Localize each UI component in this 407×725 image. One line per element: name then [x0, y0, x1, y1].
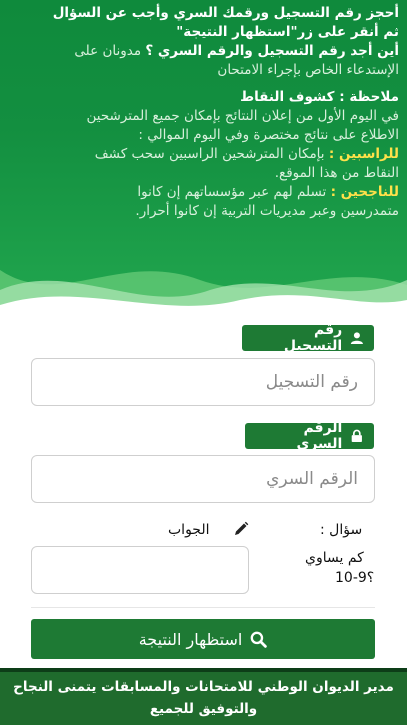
- question-label: سؤال :: [320, 522, 363, 538]
- instruction-line-1: أحجز رقم التسجيل ورقمك السري وأجب عن الس…: [52, 5, 399, 21]
- pass-label: للناجحين :: [330, 184, 399, 200]
- secret-number-label: الرقم السري: [245, 420, 374, 452]
- form-divider: [31, 607, 375, 608]
- note-title: ملاحظة : كشوف النقاط: [240, 89, 399, 105]
- pencil-icon: [235, 521, 249, 535]
- where-question: أين أجد رقم التسجيل والرقم السري ؟: [145, 43, 399, 59]
- instruction-line-3: أين أجد رقم التسجيل والرقم السري ؟ مدونا…: [8, 42, 399, 61]
- question-expression: 10-9؟: [335, 570, 375, 586]
- note-line-2: الاطلاع على نتائج مختصرة وفي اليوم الموا…: [138, 127, 399, 143]
- reg-number-label-text: رقم التسجيل: [283, 322, 343, 354]
- fail-text: بإمكان المترشحين الراسبين سحب كشف: [94, 146, 329, 162]
- instruction-line-2: ثم أنقر على زر"استظهار النتيجة": [176, 24, 399, 40]
- lock-icon: [352, 429, 363, 442]
- note-line-1: في اليوم الأول من إعلان النتائج بإمكان ج…: [86, 108, 399, 124]
- answer-label: الجواب: [168, 522, 210, 538]
- secret-number-input[interactable]: [31, 455, 375, 503]
- user-icon: [351, 332, 364, 345]
- pass-text-2: متمدرسين وعبر مديريات التربية إن كانوا أ…: [135, 203, 399, 219]
- instruction-line-4: الإستدعاء الخاص بإجراء الامتحان: [217, 62, 399, 78]
- footer-line-1: مدير الديوان الوطني للامتحانات والمسابقا…: [13, 679, 394, 695]
- pass-note: للناجحين : تسلم لهم عبر مؤسساتهم إن كانو…: [8, 183, 399, 202]
- footer-line-2: والتوفيق للجميع: [149, 701, 258, 717]
- fail-text-2: النقاط من هذا الموقع.: [274, 165, 399, 181]
- reg-number-label: رقم التسجيل: [242, 322, 374, 354]
- search-icon: [250, 631, 268, 648]
- question-text: كم يساوي: [305, 550, 364, 566]
- hero-banner: أحجز رقم التسجيل ورقمك السري وأجب عن الس…: [0, 0, 407, 320]
- fail-note: للراسبين : بإمكان المترشحين الراسبين سحب…: [8, 145, 399, 164]
- show-result-label: استظهار النتيجة: [138, 629, 243, 649]
- secret-number-label-text: الرقم السري: [296, 420, 343, 452]
- where-answer: مدونان على: [74, 43, 146, 59]
- instructions: أحجز رقم التسجيل ورقمك السري وأجب عن الس…: [8, 4, 399, 221]
- reg-number-input[interactable]: [31, 358, 375, 406]
- answer-input[interactable]: [31, 546, 249, 594]
- footer-message: مدير الديوان الوطني للامتحانات والمسابقا…: [0, 672, 407, 725]
- show-result-button[interactable]: استظهار النتيجة: [31, 619, 375, 659]
- wave-decoration: [0, 270, 407, 320]
- pass-text: تسلم لهم عبر مؤسساتهم إن كانوا: [137, 184, 331, 200]
- fail-label: للراسبين :: [328, 146, 399, 162]
